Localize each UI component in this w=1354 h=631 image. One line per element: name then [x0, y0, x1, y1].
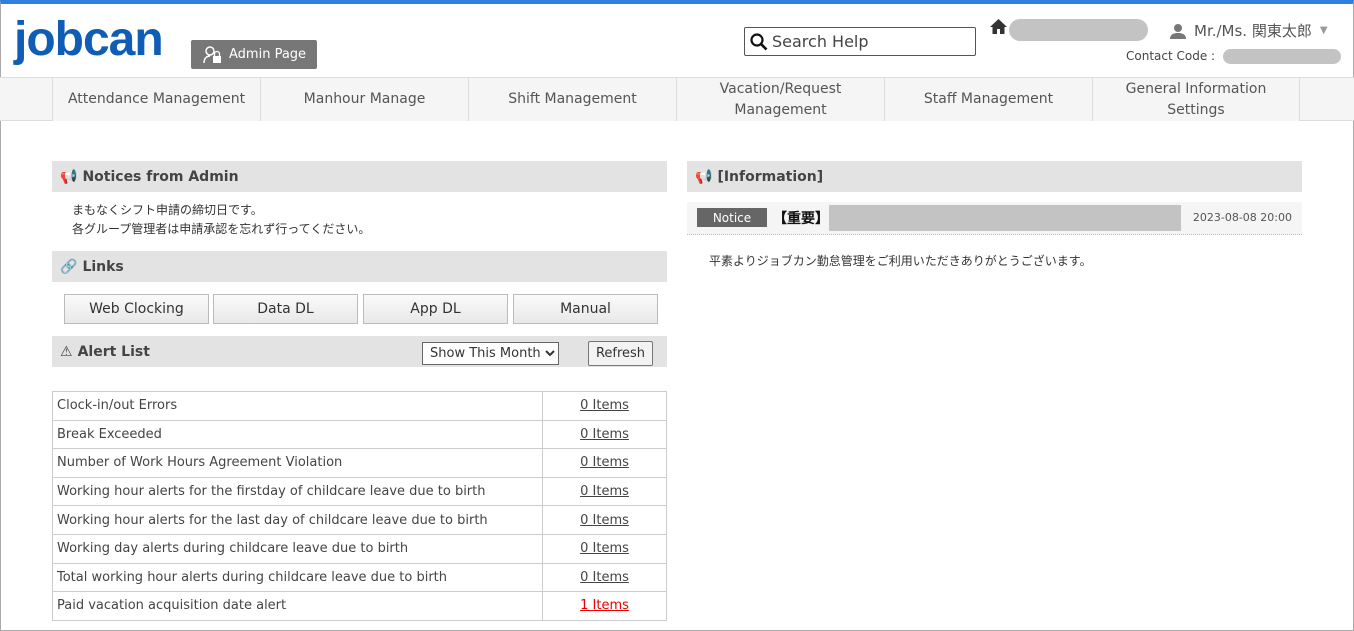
alert-count-link[interactable]: 0 Items — [580, 570, 629, 585]
alert-table: Clock-in/out Errors 0 Items Break Exceeded… — [52, 391, 667, 621]
admin-page-button[interactable]: Admin Page — [191, 40, 317, 69]
alert-count-link[interactable]: 0 Items — [580, 484, 629, 499]
nav-shift[interactable]: Shift Management — [468, 78, 676, 121]
user-lock-icon — [203, 45, 221, 63]
company-name-redacted — [1009, 19, 1148, 41]
information-body: 平素よりジョブカン勤怠管理をご利用いただきありがとうございます。 — [709, 254, 1092, 268]
information-header: 📢 [Information] — [687, 161, 1302, 192]
alert-count-link[interactable]: 1 Items — [580, 598, 629, 613]
search-help[interactable] — [744, 27, 976, 56]
important-tag: 【重要】 — [773, 211, 829, 227]
nav-manhour[interactable]: Manhour Manage — [260, 78, 468, 121]
alert-row: Paid vacation acquisition date alert 1 It… — [52, 591, 667, 621]
caret-down-icon: ▼ — [1319, 25, 1328, 36]
alert-row: Working hour alerts for the last day of … — [52, 505, 667, 535]
alert-row: Working hour alerts for the firstday of … — [52, 476, 667, 507]
refresh-button[interactable]: Refresh — [588, 341, 653, 366]
main-nav: Attendance Management Manhour Manage Shi… — [0, 77, 1354, 121]
user-name: Mr./Ms. 関東太郎 — [1194, 22, 1312, 40]
alert-count-cell: 0 Items — [542, 448, 667, 478]
alert-list-title: Alert List — [77, 343, 150, 360]
alert-label: Clock-in/out Errors — [52, 391, 543, 421]
app-dl-button[interactable]: App DL — [363, 294, 508, 324]
links-header: 🔗 Links — [52, 251, 667, 282]
alert-count-cell: 0 Items — [542, 391, 667, 421]
notice-date: 2023-08-08 20:00 — [1192, 211, 1292, 224]
search-input[interactable] — [772, 32, 972, 51]
alert-label: Paid vacation acquisition date alert — [52, 591, 543, 621]
alert-count-cell: 1 Items — [542, 591, 667, 621]
user-menu[interactable]: Mr./Ms. 関東太郎 ▼ — [1170, 20, 1328, 41]
nav-general-settings[interactable]: General Information Settings — [1092, 78, 1300, 121]
alert-row: Clock-in/out Errors 0 Items — [52, 391, 667, 421]
alert-row: Number of Work Hours Agreement Violation… — [52, 448, 667, 478]
contact-code-redacted — [1223, 49, 1341, 64]
alert-count-link[interactable]: 0 Items — [580, 541, 629, 556]
alert-label: Working hour alerts for the last day of … — [52, 505, 543, 535]
link-icon: 🔗 — [60, 258, 78, 275]
notice-badge: Notice — [697, 208, 767, 227]
megaphone-icon: 📢 — [60, 168, 78, 185]
alert-label: Working hour alerts for the firstday of … — [52, 476, 543, 507]
notices-body: まもなくシフト申請の締切日です。 各グループ管理者は申請承認を忘れず行ってくださ… — [72, 201, 370, 239]
contact-code-label: Contact Code : — [1126, 49, 1216, 63]
alert-label: Total working hour alerts during childca… — [52, 562, 543, 593]
notice-line: まもなくシフト申請の締切日です。 — [72, 203, 263, 217]
alert-count-link[interactable]: 0 Items — [580, 513, 629, 528]
alert-count-cell: 0 Items — [542, 476, 667, 507]
notice-title-redacted — [829, 205, 1181, 231]
alert-count-link[interactable]: 0 Items — [580, 398, 629, 413]
period-select[interactable]: Show This Month — [422, 342, 559, 365]
web-clocking-button[interactable]: Web Clocking — [64, 294, 209, 324]
megaphone-icon: 📢 — [695, 168, 713, 185]
alert-list-header: ⚠ Alert List — [52, 336, 667, 367]
nav-attendance[interactable]: Attendance Management — [52, 78, 260, 121]
home-icon[interactable] — [990, 19, 1007, 38]
links-title: Links — [82, 258, 124, 275]
data-dl-button[interactable]: Data DL — [213, 294, 358, 324]
search-icon — [750, 32, 768, 50]
alert-count-link[interactable]: 0 Items — [580, 427, 629, 442]
alert-row: Break Exceeded 0 Items — [52, 419, 667, 450]
alert-count-cell: 0 Items — [542, 562, 667, 593]
notice-line: 各グループ管理者は申請承認を忘れず行ってください。 — [72, 222, 371, 236]
notices-title: Notices from Admin — [82, 168, 239, 185]
alert-label: Break Exceeded — [52, 419, 543, 450]
alert-count-link[interactable]: 0 Items — [580, 455, 629, 470]
user-icon — [1170, 23, 1186, 39]
alert-count-cell: 0 Items — [542, 533, 667, 564]
alert-count-cell: 0 Items — [542, 419, 667, 450]
alert-row: Working day alerts during childcare leav… — [52, 533, 667, 564]
warning-icon: ⚠ — [60, 343, 73, 360]
information-title: [Information] — [717, 168, 824, 185]
nav-vacation-request[interactable]: Vacation/Request Management — [676, 78, 884, 121]
notices-header: 📢 Notices from Admin — [52, 161, 667, 192]
jobcan-logo[interactable]: jobcan — [14, 16, 164, 64]
nav-staff[interactable]: Staff Management — [884, 78, 1092, 121]
information-item[interactable]: Notice 【重要】 2023-08-08 20:00 — [687, 202, 1302, 235]
admin-page-label: Admin Page — [229, 47, 307, 62]
alert-label: Working day alerts during childcare leav… — [52, 533, 543, 564]
alert-count-cell: 0 Items — [542, 505, 667, 535]
manual-button[interactable]: Manual — [513, 294, 658, 324]
alert-row: Total working hour alerts during childca… — [52, 562, 667, 593]
alert-label: Number of Work Hours Agreement Violation — [52, 448, 543, 478]
